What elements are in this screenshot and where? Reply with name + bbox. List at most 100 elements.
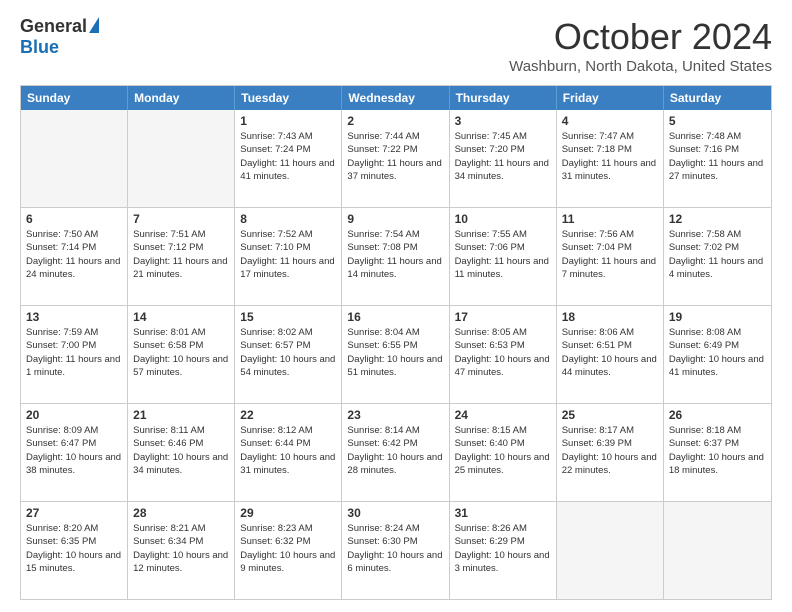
cell-info: Sunrise: 7:45 AMSunset: 7:20 PMDaylight:… bbox=[455, 130, 551, 183]
calendar-cell: 31Sunrise: 8:26 AMSunset: 6:29 PMDayligh… bbox=[450, 502, 557, 599]
logo-blue-text: Blue bbox=[20, 37, 59, 58]
day-number: 30 bbox=[347, 506, 443, 520]
day-number: 26 bbox=[669, 408, 766, 422]
main-title: October 2024 bbox=[509, 16, 772, 58]
calendar-cell: 14Sunrise: 8:01 AMSunset: 6:58 PMDayligh… bbox=[128, 306, 235, 403]
day-number: 1 bbox=[240, 114, 336, 128]
cell-info: Sunrise: 8:01 AMSunset: 6:58 PMDaylight:… bbox=[133, 326, 229, 379]
calendar-cell: 24Sunrise: 8:15 AMSunset: 6:40 PMDayligh… bbox=[450, 404, 557, 501]
day-number: 21 bbox=[133, 408, 229, 422]
cell-info: Sunrise: 8:18 AMSunset: 6:37 PMDaylight:… bbox=[669, 424, 766, 477]
calendar-cell: 2Sunrise: 7:44 AMSunset: 7:22 PMDaylight… bbox=[342, 110, 449, 207]
subtitle: Washburn, North Dakota, United States bbox=[509, 58, 772, 75]
calendar-cell bbox=[557, 502, 664, 599]
logo-triangle-icon bbox=[89, 17, 99, 33]
calendar-header-cell: Thursday bbox=[450, 86, 557, 110]
calendar-cell: 17 Sunrise: 8:05 AMSunset: 6:53 PMDayligh… bbox=[450, 306, 557, 403]
calendar-body: 1 Sunrise: 7:43 AMSunset: 7:24 PMDaylight… bbox=[21, 110, 771, 599]
calendar-cell: 29Sunrise: 8:23 AMSunset: 6:32 PMDayligh… bbox=[235, 502, 342, 599]
day-number: 25 bbox=[562, 408, 658, 422]
calendar-header: SundayMondayTuesdayWednesdayThursdayFrid… bbox=[21, 86, 771, 110]
cell-info: Sunrise: 8:06 AMSunset: 6:51 PMDaylight:… bbox=[562, 326, 658, 379]
cell-info: Sunrise: 7:48 AMSunset: 7:16 PMDaylight:… bbox=[669, 130, 766, 183]
calendar-cell: 28Sunrise: 8:21 AMSunset: 6:34 PMDayligh… bbox=[128, 502, 235, 599]
day-number: 12 bbox=[669, 212, 766, 226]
day-number: 13 bbox=[26, 310, 122, 324]
day-number: 17 bbox=[455, 310, 551, 324]
calendar-row: 20 Sunrise: 8:09 AMSunset: 6:47 PMDayligh… bbox=[21, 404, 771, 502]
logo: General Blue bbox=[20, 16, 99, 58]
day-number: 22 bbox=[240, 408, 336, 422]
calendar-cell: 3 Sunrise: 7:45 AMSunset: 7:20 PMDaylight… bbox=[450, 110, 557, 207]
calendar-cell: 15 Sunrise: 8:02 AMSunset: 6:57 PMDayligh… bbox=[235, 306, 342, 403]
calendar-cell: 10 Sunrise: 7:55 AMSunset: 7:06 PMDayligh… bbox=[450, 208, 557, 305]
calendar-cell: 25 Sunrise: 8:17 AMSunset: 6:39 PMDayligh… bbox=[557, 404, 664, 501]
calendar-cell bbox=[664, 502, 771, 599]
cell-info: Sunrise: 8:15 AMSunset: 6:40 PMDaylight:… bbox=[455, 424, 551, 477]
calendar-row: 6 Sunrise: 7:50 AMSunset: 7:14 PMDaylight… bbox=[21, 208, 771, 306]
calendar-cell bbox=[21, 110, 128, 207]
cell-info: Sunrise: 7:50 AMSunset: 7:14 PMDaylight:… bbox=[26, 228, 122, 281]
cell-info: Sunrise: 8:23 AMSunset: 6:32 PMDaylight:… bbox=[240, 522, 336, 575]
day-number: 27 bbox=[26, 506, 122, 520]
day-number: 4 bbox=[562, 114, 658, 128]
cell-info: Sunrise: 8:12 AMSunset: 6:44 PMDaylight:… bbox=[240, 424, 336, 477]
calendar-cell: 13 Sunrise: 7:59 AMSunset: 7:00 PMDayligh… bbox=[21, 306, 128, 403]
cell-info: Sunrise: 8:26 AMSunset: 6:29 PMDaylight:… bbox=[455, 522, 551, 575]
day-number: 7 bbox=[133, 212, 229, 226]
calendar-cell: 12Sunrise: 7:58 AMSunset: 7:02 PMDayligh… bbox=[664, 208, 771, 305]
cell-info: Sunrise: 7:52 AMSunset: 7:10 PMDaylight:… bbox=[240, 228, 336, 281]
cell-info: Sunrise: 8:05 AMSunset: 6:53 PMDaylight:… bbox=[455, 326, 551, 379]
cell-info: Sunrise: 7:47 AMSunset: 7:18 PMDaylight:… bbox=[562, 130, 658, 183]
calendar-cell: 8 Sunrise: 7:52 AMSunset: 7:10 PMDaylight… bbox=[235, 208, 342, 305]
calendar-cell: 16Sunrise: 8:04 AMSunset: 6:55 PMDayligh… bbox=[342, 306, 449, 403]
day-number: 23 bbox=[347, 408, 443, 422]
calendar: SundayMondayTuesdayWednesdayThursdayFrid… bbox=[20, 85, 772, 600]
calendar-header-cell: Saturday bbox=[664, 86, 771, 110]
cell-info: Sunrise: 8:20 AMSunset: 6:35 PMDaylight:… bbox=[26, 522, 122, 575]
calendar-cell: 6 Sunrise: 7:50 AMSunset: 7:14 PMDaylight… bbox=[21, 208, 128, 305]
day-number: 15 bbox=[240, 310, 336, 324]
cell-info: Sunrise: 8:14 AMSunset: 6:42 PMDaylight:… bbox=[347, 424, 443, 477]
cell-info: Sunrise: 7:59 AMSunset: 7:00 PMDaylight:… bbox=[26, 326, 122, 379]
day-number: 6 bbox=[26, 212, 122, 226]
day-number: 9 bbox=[347, 212, 443, 226]
day-number: 3 bbox=[455, 114, 551, 128]
cell-info: Sunrise: 8:11 AMSunset: 6:46 PMDaylight:… bbox=[133, 424, 229, 477]
cell-info: Sunrise: 8:24 AMSunset: 6:30 PMDaylight:… bbox=[347, 522, 443, 575]
calendar-header-cell: Tuesday bbox=[235, 86, 342, 110]
cell-info: Sunrise: 7:44 AMSunset: 7:22 PMDaylight:… bbox=[347, 130, 443, 183]
day-number: 20 bbox=[26, 408, 122, 422]
header: General Blue October 2024 Washburn, Nort… bbox=[20, 16, 772, 75]
calendar-cell: 7 Sunrise: 7:51 AMSunset: 7:12 PMDaylight… bbox=[128, 208, 235, 305]
cell-info: Sunrise: 7:55 AMSunset: 7:06 PMDaylight:… bbox=[455, 228, 551, 281]
calendar-row: 27 Sunrise: 8:20 AMSunset: 6:35 PMDayligh… bbox=[21, 502, 771, 599]
calendar-cell: 11 Sunrise: 7:56 AMSunset: 7:04 PMDayligh… bbox=[557, 208, 664, 305]
calendar-row: 13 Sunrise: 7:59 AMSunset: 7:00 PMDayligh… bbox=[21, 306, 771, 404]
calendar-cell: 27 Sunrise: 8:20 AMSunset: 6:35 PMDayligh… bbox=[21, 502, 128, 599]
calendar-cell: 30 Sunrise: 8:24 AMSunset: 6:30 PMDayligh… bbox=[342, 502, 449, 599]
cell-info: Sunrise: 8:21 AMSunset: 6:34 PMDaylight:… bbox=[133, 522, 229, 575]
day-number: 11 bbox=[562, 212, 658, 226]
calendar-cell: 18 Sunrise: 8:06 AMSunset: 6:51 PMDayligh… bbox=[557, 306, 664, 403]
logo-general-text: General bbox=[20, 16, 87, 37]
cell-info: Sunrise: 8:09 AMSunset: 6:47 PMDaylight:… bbox=[26, 424, 122, 477]
page: General Blue October 2024 Washburn, Nort… bbox=[0, 0, 792, 612]
calendar-header-cell: Monday bbox=[128, 86, 235, 110]
calendar-cell: 22 Sunrise: 8:12 AMSunset: 6:44 PMDayligh… bbox=[235, 404, 342, 501]
day-number: 18 bbox=[562, 310, 658, 324]
calendar-cell bbox=[128, 110, 235, 207]
day-number: 10 bbox=[455, 212, 551, 226]
cell-info: Sunrise: 7:43 AMSunset: 7:24 PMDaylight:… bbox=[240, 130, 336, 183]
day-number: 8 bbox=[240, 212, 336, 226]
cell-info: Sunrise: 8:02 AMSunset: 6:57 PMDaylight:… bbox=[240, 326, 336, 379]
cell-info: Sunrise: 7:56 AMSunset: 7:04 PMDaylight:… bbox=[562, 228, 658, 281]
day-number: 16 bbox=[347, 310, 443, 324]
calendar-header-cell: Sunday bbox=[21, 86, 128, 110]
calendar-cell: 4 Sunrise: 7:47 AMSunset: 7:18 PMDaylight… bbox=[557, 110, 664, 207]
calendar-cell: 20 Sunrise: 8:09 AMSunset: 6:47 PMDayligh… bbox=[21, 404, 128, 501]
calendar-cell: 1 Sunrise: 7:43 AMSunset: 7:24 PMDaylight… bbox=[235, 110, 342, 207]
calendar-cell: 21 Sunrise: 8:11 AMSunset: 6:46 PMDayligh… bbox=[128, 404, 235, 501]
cell-info: Sunrise: 8:17 AMSunset: 6:39 PMDaylight:… bbox=[562, 424, 658, 477]
cell-info: Sunrise: 7:51 AMSunset: 7:12 PMDaylight:… bbox=[133, 228, 229, 281]
